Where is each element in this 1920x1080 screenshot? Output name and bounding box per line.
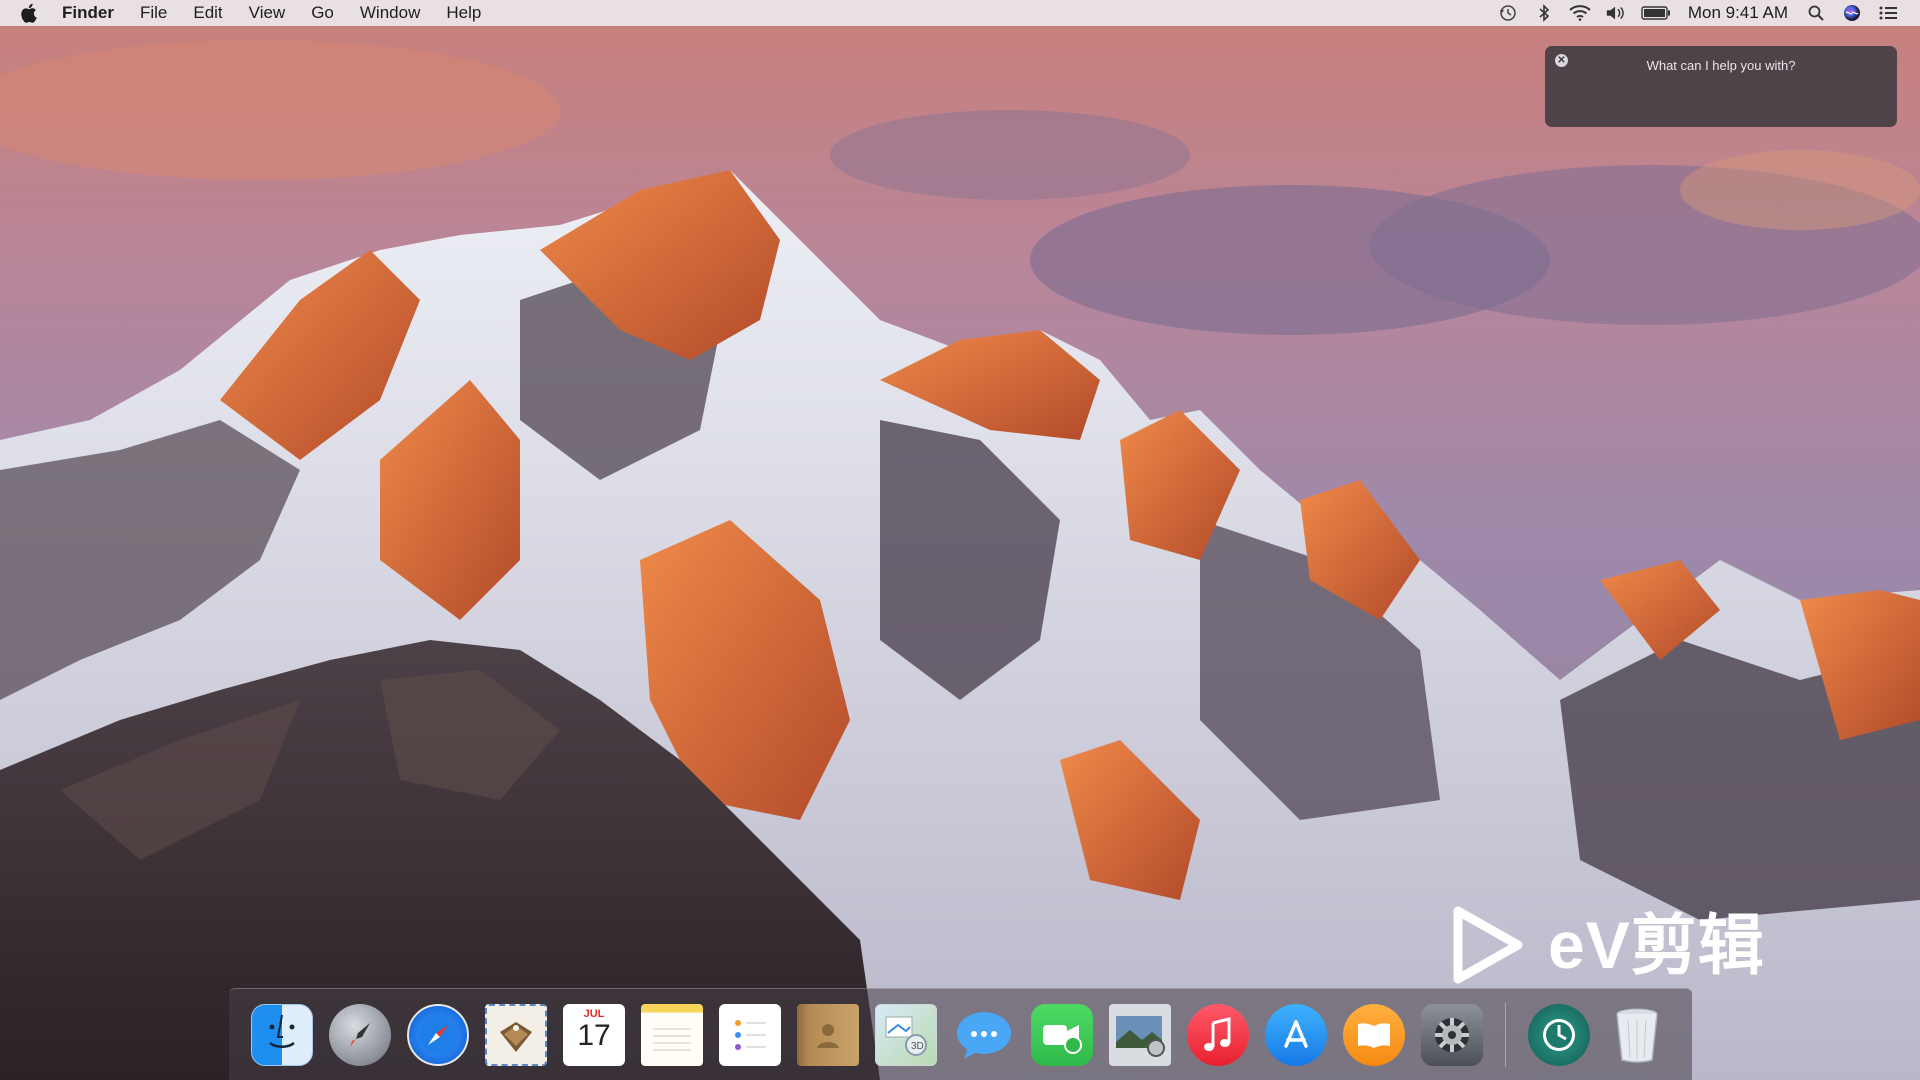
facetime-icon[interactable] (1031, 1003, 1093, 1066)
photos-icon[interactable] (1109, 1003, 1171, 1066)
finder-icon[interactable] (251, 1003, 313, 1066)
ibooks-icon[interactable] (1343, 1003, 1405, 1066)
messages-icon[interactable] (953, 1004, 1015, 1066)
menu-view[interactable]: View (236, 0, 299, 26)
calendar-icon[interactable]: JUL 17 (563, 1003, 625, 1066)
volume-icon[interactable] (1605, 3, 1627, 23)
calendar-day: 17 (577, 1018, 611, 1052)
launchpad-icon[interactable] (329, 1003, 391, 1066)
reminders-icon[interactable] (719, 1003, 781, 1066)
siri-prompt: What can I help you with? (1646, 58, 1796, 73)
contacts-icon[interactable] (797, 1003, 859, 1066)
mail-icon[interactable] (485, 1003, 547, 1066)
dock: JUL 17 3D (229, 988, 1692, 1080)
notification-center-icon[interactable] (1877, 3, 1899, 23)
menu-app-name[interactable]: Finder (58, 0, 127, 26)
siri-icon[interactable] (1841, 3, 1863, 23)
svg-text:3D: 3D (911, 1041, 924, 1052)
play-icon (1453, 906, 1523, 984)
menu-bar-clock[interactable]: Mon 9:41 AM (1688, 3, 1788, 23)
itunes-icon[interactable] (1187, 1003, 1249, 1066)
menu-window[interactable]: Window (347, 0, 433, 26)
menu-bar: Finder File Edit View Go Window Help Mon… (0, 0, 1920, 26)
system-preferences-icon[interactable] (1421, 1003, 1483, 1066)
bluetooth-icon[interactable] (1533, 3, 1555, 23)
menu-bar-left: Finder File Edit View Go Window Help (0, 0, 494, 26)
menu-help[interactable]: Help (433, 0, 494, 26)
safari-icon[interactable] (407, 1003, 469, 1066)
dock-separator (1505, 1002, 1506, 1067)
maps-icon[interactable]: 3D (875, 1003, 937, 1066)
time-machine-icon[interactable] (1497, 3, 1519, 23)
menu-edit[interactable]: Edit (180, 0, 235, 26)
menu-bar-status-area: Mon 9:41 AM (1490, 0, 1920, 26)
menu-go[interactable]: Go (298, 0, 347, 26)
menu-file[interactable]: File (127, 0, 180, 26)
trash-icon[interactable] (1606, 1004, 1668, 1066)
spotlight-search-icon[interactable] (1805, 3, 1827, 23)
siri-panel: ✕ What can I help you with? (1545, 46, 1897, 127)
watermark-text: eV剪辑 (1548, 908, 1765, 982)
app-store-icon[interactable] (1265, 1003, 1327, 1066)
wifi-icon[interactable] (1569, 3, 1591, 23)
battery-icon[interactable] (1641, 3, 1671, 23)
video-watermark: eV剪辑 (1452, 905, 1765, 985)
time-machine-dock-icon[interactable] (1528, 1003, 1590, 1066)
apple-logo-icon[interactable] (20, 3, 38, 23)
notes-icon[interactable] (641, 1003, 703, 1066)
